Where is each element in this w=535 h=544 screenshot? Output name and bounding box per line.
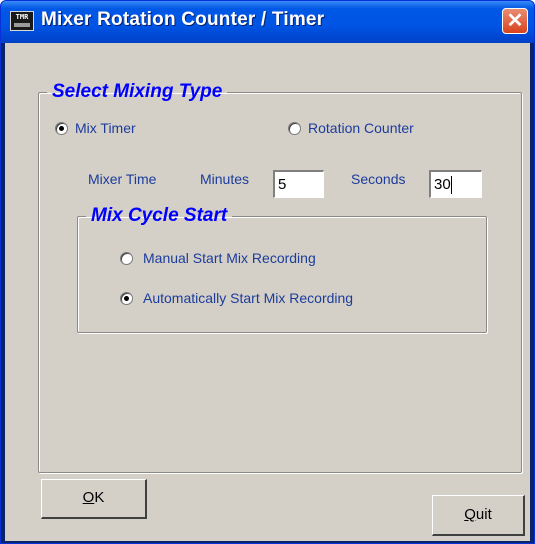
rotation-counter-label[interactable]: Rotation Counter (308, 120, 414, 136)
manual-start-radio[interactable] (120, 252, 133, 265)
text-caret (450, 176, 452, 194)
manual-start-label[interactable]: Manual Start Mix Recording (143, 250, 316, 266)
timer-app-icon: TMR (10, 11, 34, 31)
mix-cycle-start-group: Mix Cycle Start (77, 205, 487, 333)
dialog-client-area: Select Mixing Type Mix Timer Rotation Co… (5, 43, 530, 541)
ok-mnemonic: O (82, 489, 95, 506)
minutes-value: 5 (278, 176, 287, 193)
seconds-label: Seconds (351, 171, 406, 187)
minutes-label: Minutes (200, 171, 250, 187)
title-bar[interactable]: TMR Mixer Rotation Counter / Timer ✕ (1, 1, 534, 43)
mix-cycle-start-legend: Mix Cycle Start (91, 205, 228, 226)
rotation-counter-radio[interactable] (288, 122, 301, 135)
quit-label: uit (475, 506, 492, 523)
select-mixing-type-legend: Select Mixing Type (52, 81, 223, 102)
close-icon: ✕ (506, 10, 524, 32)
ok-label: K (94, 489, 105, 506)
app-icon-text: TMR (15, 13, 29, 21)
mixer-time-label: Mixer Time (88, 171, 157, 187)
ok-button[interactable]: OK (41, 479, 147, 519)
auto-start-radio[interactable] (120, 292, 133, 305)
quit-mnemonic: Q (464, 506, 476, 523)
close-button[interactable]: ✕ (502, 8, 528, 34)
mix-timer-label[interactable]: Mix Timer (75, 120, 136, 136)
app-icon-bar (14, 23, 30, 27)
dialog-window: TMR Mixer Rotation Counter / Timer ✕ Sel… (0, 0, 535, 544)
auto-start-label[interactable]: Automatically Start Mix Recording (143, 290, 353, 306)
mix-timer-radio[interactable] (55, 122, 68, 135)
window-title: Mixer Rotation Counter / Timer (41, 9, 325, 30)
seconds-value: 30 (434, 176, 451, 193)
minutes-input[interactable]: 5 (273, 170, 324, 198)
seconds-input[interactable]: 30 (429, 170, 482, 198)
quit-button[interactable]: Quit (432, 495, 525, 536)
